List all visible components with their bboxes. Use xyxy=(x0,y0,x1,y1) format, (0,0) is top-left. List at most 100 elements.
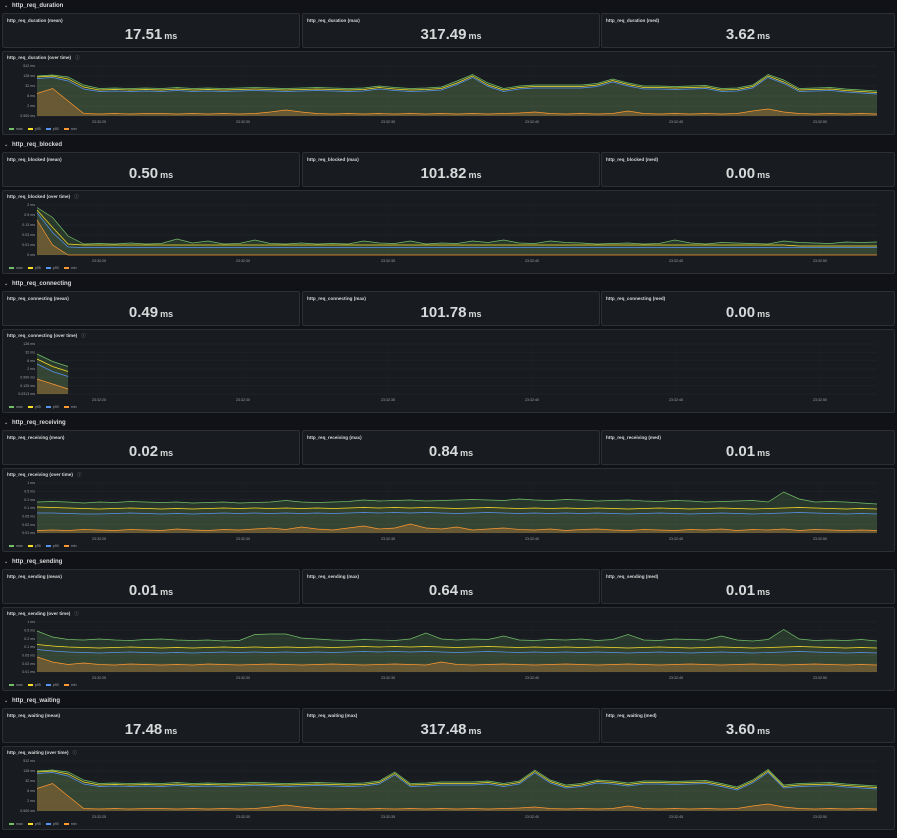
legend-swatch xyxy=(9,267,14,269)
timeseries-panel[interactable]: http_req_connecting (over time) ⓘ 128 ms 32… xyxy=(2,329,895,413)
legend-item[interactable]: p90 xyxy=(45,544,59,548)
y-tick-label: 0.01 ms xyxy=(22,243,35,247)
stat-unit: ms xyxy=(757,587,771,597)
y-tick-label: 0 ms xyxy=(27,253,35,257)
stat-value: 17.51 xyxy=(124,26,163,43)
legend-item[interactable]: p90 xyxy=(45,683,59,687)
legend-item[interactable]: p95 xyxy=(27,127,41,131)
stat-unit: ms xyxy=(468,309,482,319)
y-tick-label: 0.0313 ms xyxy=(18,392,35,396)
row-header[interactable]: ⌄ http_req_connecting xyxy=(0,278,897,291)
chevron-down-icon[interactable]: ⌄ xyxy=(4,142,8,148)
chevron-down-icon[interactable]: ⌄ xyxy=(4,3,8,9)
stat-panel[interactable]: http_req_blocked (mean) 0.50 ms xyxy=(2,152,300,187)
legend-swatch xyxy=(63,128,69,130)
stat-panel[interactable]: http_req_sending (med) 0.01 ms xyxy=(601,569,895,604)
legend-item[interactable]: max xyxy=(9,127,23,131)
row-header[interactable]: ⌄ http_req_sending xyxy=(0,556,897,569)
stat-panel[interactable]: http_req_connecting (max) 101.78 ms xyxy=(302,291,600,326)
x-tick-label: 23:32:50 xyxy=(813,537,827,541)
stat-panel[interactable]: http_req_waiting (mean) 17.48 ms xyxy=(2,708,300,743)
chevron-down-icon[interactable]: ⌄ xyxy=(4,281,8,287)
stat-unit: ms xyxy=(757,309,771,319)
legend-label: max xyxy=(16,127,23,131)
legend-swatch xyxy=(45,684,51,686)
stat-panel[interactable]: http_req_duration (max) 317.49 ms xyxy=(302,13,600,48)
legend-label: max xyxy=(16,544,23,548)
legend-item[interactable]: min xyxy=(63,544,77,548)
stat-panel[interactable]: http_req_waiting (med) 3.60 ms xyxy=(601,708,895,743)
row-header[interactable]: ⌄ http_req_waiting xyxy=(0,695,897,708)
stat-value: 101.82 xyxy=(420,165,467,182)
legend-label: p90 xyxy=(52,405,59,409)
legend-item[interactable]: p95 xyxy=(27,544,41,548)
chevron-down-icon[interactable]: ⌄ xyxy=(4,698,8,704)
stat-unit: ms xyxy=(160,170,174,180)
stat-value-group: 0.00 ms xyxy=(602,304,894,322)
stat-panel[interactable]: http_req_receiving (mean) 0.02 ms xyxy=(2,430,300,465)
stat-panel[interactable]: http_req_waiting (max) 317.48 ms xyxy=(302,708,600,743)
x-tick-label: 23:32:30 xyxy=(236,120,250,124)
legend-item[interactable]: max xyxy=(9,683,23,687)
legend-swatch xyxy=(45,823,51,825)
legend-item[interactable]: p90 xyxy=(45,822,59,826)
timeseries-panel[interactable]: http_req_sending (over time) ⓘ 1 ms 0.5 ms 0… xyxy=(2,607,895,691)
stat-value: 317.48 xyxy=(420,721,467,738)
stat-panel[interactable]: http_req_receiving (med) 0.01 ms xyxy=(601,430,895,465)
stat-panel[interactable]: http_req_sending (mean) 0.01 ms xyxy=(2,569,300,604)
legend-label: p95 xyxy=(34,405,41,409)
row-header[interactable]: ⌄ http_req_receiving xyxy=(0,417,897,430)
chevron-down-icon[interactable]: ⌄ xyxy=(4,559,8,565)
legend-item[interactable]: p95 xyxy=(27,266,41,270)
legend-swatch xyxy=(45,406,51,408)
y-tick-label: 0.5 ms xyxy=(24,213,35,217)
stat-value-group: 0.02 ms xyxy=(3,443,299,461)
x-tick-label: 23:32:25 xyxy=(92,259,106,263)
x-tick-label: 23:32:40 xyxy=(525,537,539,541)
legend-item[interactable]: p95 xyxy=(27,405,41,409)
stat-unit: ms xyxy=(757,448,771,458)
y-tick-label: 0.125 ms xyxy=(20,384,35,388)
legend-item[interactable]: p90 xyxy=(45,405,59,409)
legend-item[interactable]: max xyxy=(9,822,23,826)
row-header[interactable]: ⌄ http_req_blocked xyxy=(0,139,897,152)
legend-item[interactable]: min xyxy=(63,405,77,409)
legend-item[interactable]: min xyxy=(63,683,77,687)
legend-item[interactable]: max xyxy=(9,266,23,270)
timeseries-panel[interactable]: http_req_waiting (over time) ⓘ 512 ms 128 m… xyxy=(2,746,895,830)
legend-item[interactable]: min xyxy=(63,266,77,270)
stat-panel[interactable]: http_req_blocked (max) 101.82 ms xyxy=(302,152,600,187)
chevron-down-icon[interactable]: ⌄ xyxy=(4,420,8,426)
x-tick-label: 23:32:45 xyxy=(669,676,683,680)
legend-item[interactable]: min xyxy=(63,822,77,826)
y-tick-label: 1 ms xyxy=(27,481,35,485)
row-header[interactable]: ⌄ http_req_duration xyxy=(0,0,897,13)
legend-item[interactable]: p90 xyxy=(45,266,59,270)
legend-item[interactable]: max xyxy=(9,544,23,548)
legend-swatch xyxy=(27,267,33,269)
timeseries-panel[interactable]: http_req_duration (over time) ⓘ 512 ms 128 … xyxy=(2,51,895,135)
stat-panel[interactable]: http_req_connecting (mean) 0.49 ms xyxy=(2,291,300,326)
y-tick-label: 0.2 ms xyxy=(24,498,35,502)
legend-item[interactable]: max xyxy=(9,405,23,409)
stat-panel-title: http_req_duration (max) xyxy=(307,18,360,23)
stat-panel[interactable]: http_req_connecting (med) 0.00 ms xyxy=(601,291,895,326)
stat-panel[interactable]: http_req_duration (mean) 17.51 ms xyxy=(2,13,300,48)
legend-item[interactable]: min xyxy=(63,127,77,131)
timeseries-panel[interactable]: http_req_blocked (over time) ⓘ 2 ms 0.5 ms 0… xyxy=(2,190,895,274)
legend-item[interactable]: p90 xyxy=(45,127,59,131)
stat-unit: ms xyxy=(460,448,474,458)
stat-panel[interactable]: http_req_sending (max) 0.64 ms xyxy=(302,569,600,604)
stat-panel-title: http_req_duration (mean) xyxy=(7,18,63,23)
stat-value: 101.78 xyxy=(420,304,467,321)
y-tick-label: 2 ms xyxy=(27,799,35,803)
stat-panel[interactable]: http_req_blocked (med) 0.00 ms xyxy=(601,152,895,187)
stat-panel[interactable]: http_req_receiving (max) 0.84 ms xyxy=(302,430,600,465)
y-tick-label: 0.1 ms xyxy=(24,645,35,649)
stat-value-group: 0.00 ms xyxy=(602,165,894,183)
legend-item[interactable]: p95 xyxy=(27,822,41,826)
y-tick-label: 128 ms xyxy=(23,769,35,773)
legend-item[interactable]: p95 xyxy=(27,683,41,687)
stat-panel[interactable]: http_req_duration (med) 3.62 ms xyxy=(601,13,895,48)
timeseries-panel[interactable]: http_req_receiving (over time) ⓘ 1 ms 0.5 m… xyxy=(2,468,895,552)
